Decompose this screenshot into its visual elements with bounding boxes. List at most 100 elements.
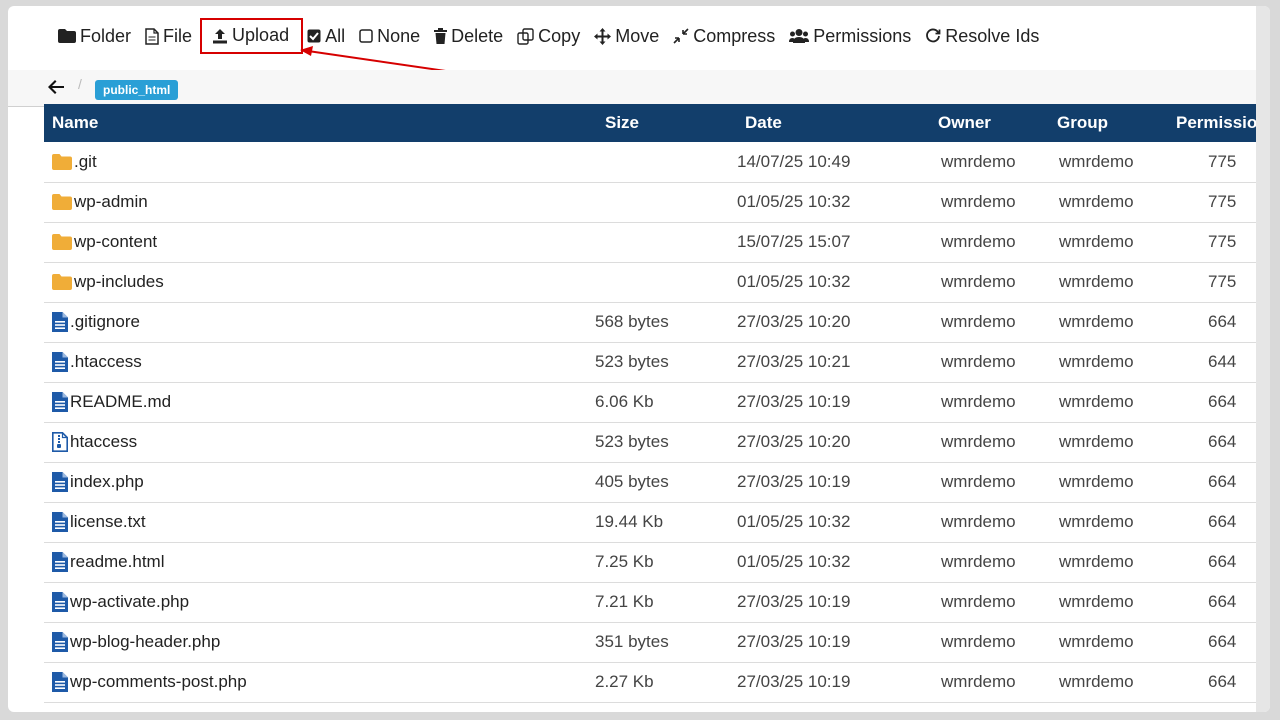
cell-name[interactable]: .git	[44, 142, 595, 182]
cell-group: wmrdemo	[1059, 552, 1134, 571]
file-name[interactable]: wp-comments-post.php	[70, 672, 247, 692]
cell-group: wmrdemo	[1059, 151, 1134, 171]
file-name[interactable]: index.php	[70, 472, 144, 492]
resolve-ids-button[interactable]: Resolve Ids	[925, 26, 1039, 47]
table-row[interactable]: .gitignore 568 bytes 27/03/25 10:20 wmrdemo…	[44, 302, 1270, 342]
file-name[interactable]: wp-blog-header.php	[70, 632, 220, 652]
table-row[interactable]: wp-includes 01/05/25 10:32 wmrdemo wmrdemo 7…	[44, 262, 1270, 302]
file-name[interactable]: license.txt	[70, 512, 146, 532]
compress-label: Compress	[693, 25, 776, 46]
cell-name[interactable]: wp-admin	[44, 182, 595, 222]
cell-size	[595, 222, 735, 262]
file-table-container: Name Size Date Owner Group Permissions .…	[44, 104, 1270, 703]
cell-name[interactable]: .gitignore	[44, 302, 595, 342]
header-size[interactable]: Size	[595, 104, 735, 142]
file-name[interactable]: readme.html	[70, 552, 164, 572]
table-row[interactable]: README.md 6.06 Kb 27/03/25 10:19 wmrdemo wmr…	[44, 382, 1270, 422]
cell-owner: wmrdemo	[941, 552, 1016, 571]
cell-name[interactable]: README.md	[44, 382, 595, 422]
cell-name[interactable]: wp-content	[44, 222, 595, 262]
users-icon	[789, 29, 810, 43]
cell-date: 27/03/25 10:20	[737, 432, 851, 451]
cell-owner: wmrdemo	[941, 272, 1016, 291]
cell-owner: wmrdemo	[941, 151, 1016, 171]
table-row[interactable]: htaccess 523 bytes 27/03/25 10:20 wmrdemo wm…	[44, 422, 1270, 462]
cell-name[interactable]: readme.html	[44, 542, 595, 582]
file-text-icon	[52, 552, 68, 572]
table-row[interactable]: readme.html 7.25 Kb 01/05/25 10:32 wmrdemo w…	[44, 542, 1270, 582]
resolve-ids-label: Resolve Ids	[945, 25, 1040, 46]
folder-icon	[52, 153, 72, 170]
cell-size: 2.27 Kb	[595, 672, 654, 691]
breadcrumb-current[interactable]: public_html	[95, 80, 179, 100]
file-name[interactable]: htaccess	[70, 432, 137, 452]
cell-name[interactable]: index.php	[44, 462, 595, 502]
file-name[interactable]: wp-admin	[74, 192, 148, 212]
cell-date: 27/03/25 10:19	[737, 472, 851, 491]
file-name[interactable]: .git	[74, 152, 97, 172]
table-row[interactable]: .git14/07/25 10:49wmrdemowmrdemo775di	[44, 142, 1270, 182]
cell-name[interactable]: wp-blog-header.php	[44, 622, 595, 662]
table-row[interactable]: .htaccess 523 bytes 27/03/25 10:21 wmrdemo w…	[44, 342, 1270, 382]
cell-name[interactable]: .htaccess	[44, 342, 595, 382]
back-arrow-icon[interactable]	[48, 80, 64, 94]
cell-group: wmrdemo	[1059, 472, 1134, 491]
new-folder-button[interactable]: Folder	[58, 26, 131, 47]
table-row[interactable]: wp-blog-header.php 351 bytes 27/03/25 10:1…	[44, 622, 1270, 662]
cell-group: wmrdemo	[1059, 512, 1134, 531]
move-button[interactable]: Move	[594, 26, 659, 47]
file-name[interactable]: .htaccess	[70, 352, 142, 372]
file-table: Name Size Date Owner Group Permissions .…	[44, 104, 1270, 703]
file-label: File	[163, 25, 193, 46]
permissions-button[interactable]: Permissions	[789, 26, 911, 47]
table-row[interactable]: index.php 405 bytes 27/03/25 10:19 wmrdemo w…	[44, 462, 1270, 502]
table-row[interactable]: wp-admin01/05/25 10:32wmrdemowmrdemo775d…	[44, 182, 1270, 222]
table-row[interactable]: license.txt 19.44 Kb 01/05/25 10:32 wmrdemo…	[44, 502, 1270, 542]
cell-name[interactable]: license.txt	[44, 502, 595, 542]
cell-owner: wmrdemo	[941, 472, 1016, 491]
file-text-icon	[52, 512, 68, 532]
cell-owner: wmrdemo	[941, 432, 1016, 451]
compress-button[interactable]: Compress	[673, 26, 775, 47]
cell-size	[595, 262, 735, 302]
cell-date: 27/03/25 10:19	[737, 672, 851, 691]
header-group[interactable]: Group	[1053, 104, 1172, 142]
upload-button[interactable]: Upload	[200, 18, 304, 54]
table-row[interactable]: wp-comments-post.php 2.27 Kb 27/03/25 10:1…	[44, 662, 1270, 702]
cell-size: 523 bytes	[595, 352, 669, 371]
cell-size: 351 bytes	[595, 632, 669, 651]
cell-owner: wmrdemo	[941, 512, 1016, 531]
file-name[interactable]: wp-content	[74, 232, 157, 252]
cell-size: 405 bytes	[595, 472, 669, 491]
cell-date: 27/03/25 10:20	[737, 312, 851, 331]
breadcrumb-separator: /	[78, 76, 82, 92]
header-owner[interactable]: Owner	[935, 104, 1053, 142]
file-text-icon	[52, 352, 68, 372]
copy-button[interactable]: Copy	[517, 26, 580, 47]
cell-date: 15/07/25 15:07	[737, 232, 851, 251]
file-name[interactable]: wp-includes	[74, 272, 164, 292]
cell-name[interactable]: wp-includes	[44, 262, 595, 302]
cell-name[interactable]: htaccess	[44, 422, 595, 462]
header-date[interactable]: Date	[735, 104, 935, 142]
file-name[interactable]: wp-activate.php	[70, 592, 189, 612]
cell-size	[595, 182, 735, 222]
file-name[interactable]: README.md	[70, 392, 171, 412]
folder-icon	[52, 274, 72, 290]
folder-icon	[58, 29, 76, 43]
compress-icon	[673, 28, 689, 44]
table-row[interactable]: wp-activate.php 7.21 Kb 27/03/25 10:19 wmrd…	[44, 582, 1270, 622]
table-row[interactable]: wp-content 15/07/25 15:07 wmrdemo wmrdemo 77…	[44, 222, 1270, 262]
file-name[interactable]: .gitignore	[70, 312, 140, 332]
cell-owner: wmrdemo	[941, 232, 1016, 251]
copy-label: Copy	[538, 25, 581, 46]
cell-name[interactable]: wp-comments-post.php	[44, 662, 595, 702]
cell-name[interactable]: wp-activate.php	[44, 582, 595, 622]
new-file-button[interactable]: File	[145, 26, 192, 47]
file-table-body: .git14/07/25 10:49wmrdemowmrdemo775diwp-…	[44, 142, 1270, 702]
cell-date: 01/05/25 10:32	[737, 552, 851, 571]
header-name[interactable]: Name	[44, 104, 595, 142]
cell-owner: wmrdemo	[941, 592, 1016, 611]
copy-icon	[517, 27, 534, 45]
cell-group: wmrdemo	[1059, 312, 1134, 331]
